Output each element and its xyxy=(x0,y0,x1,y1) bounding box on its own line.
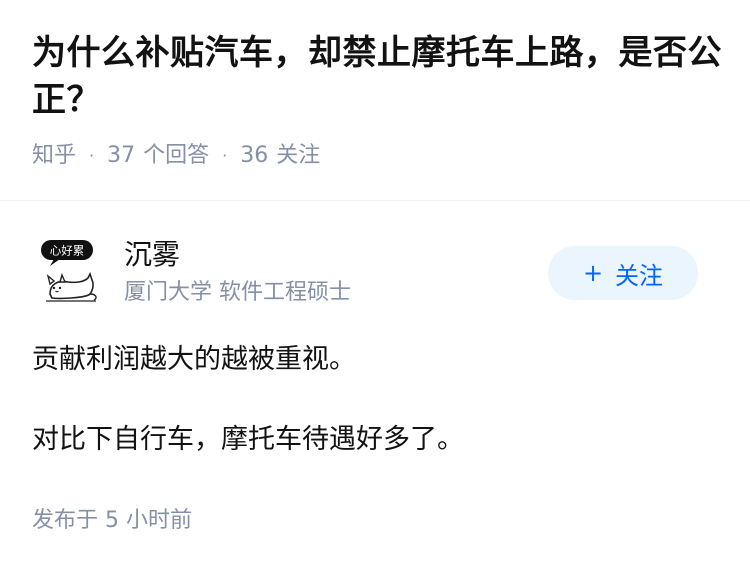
answer-count-label: 个回答 xyxy=(143,143,210,168)
follow-count-label: 关注 xyxy=(276,143,321,168)
avatar-caption: 心好累 xyxy=(50,244,85,258)
author-card: 心好累 沉雾 厦门大学 软件工程硕士 + 关注 xyxy=(32,232,722,312)
plus-icon: + xyxy=(582,259,604,287)
section-divider xyxy=(0,200,750,201)
follow-button-label: 关注 xyxy=(615,261,664,290)
meta-separator: · xyxy=(89,146,95,165)
author-description: 厦门大学 软件工程硕士 xyxy=(124,280,351,305)
question-header: 为什么补贴汽车，却禁止摩托车上路，是否公正？ 知乎 · 37 个回答 · 36 … xyxy=(32,30,722,171)
follow-button[interactable]: + 关注 xyxy=(548,246,698,300)
source-label: 知乎 xyxy=(32,143,77,168)
author-name[interactable]: 沉雾 xyxy=(124,238,180,272)
question-title[interactable]: 为什么补贴汽车，却禁止摩托车上路，是否公正？ xyxy=(32,30,722,124)
follow-count: 36 xyxy=(240,143,269,168)
answer-paragraph: 对比下自行车，摩托车待遇好多了。 xyxy=(32,424,464,455)
publish-time: 发布于 5 小时前 xyxy=(32,508,192,533)
answer-count: 37 xyxy=(107,143,136,168)
cat-avatar-icon[interactable]: 心好累 xyxy=(40,238,100,306)
question-meta: 知乎 · 37 个回答 · 36 关注 xyxy=(32,141,722,171)
answer-paragraph: 贡献利润越大的越被重视。 xyxy=(32,344,356,375)
answer-content: 贡献利润越大的越被重视。 对比下自行车，摩托车待遇好多了。 xyxy=(32,340,722,460)
meta-separator: · xyxy=(222,146,228,165)
